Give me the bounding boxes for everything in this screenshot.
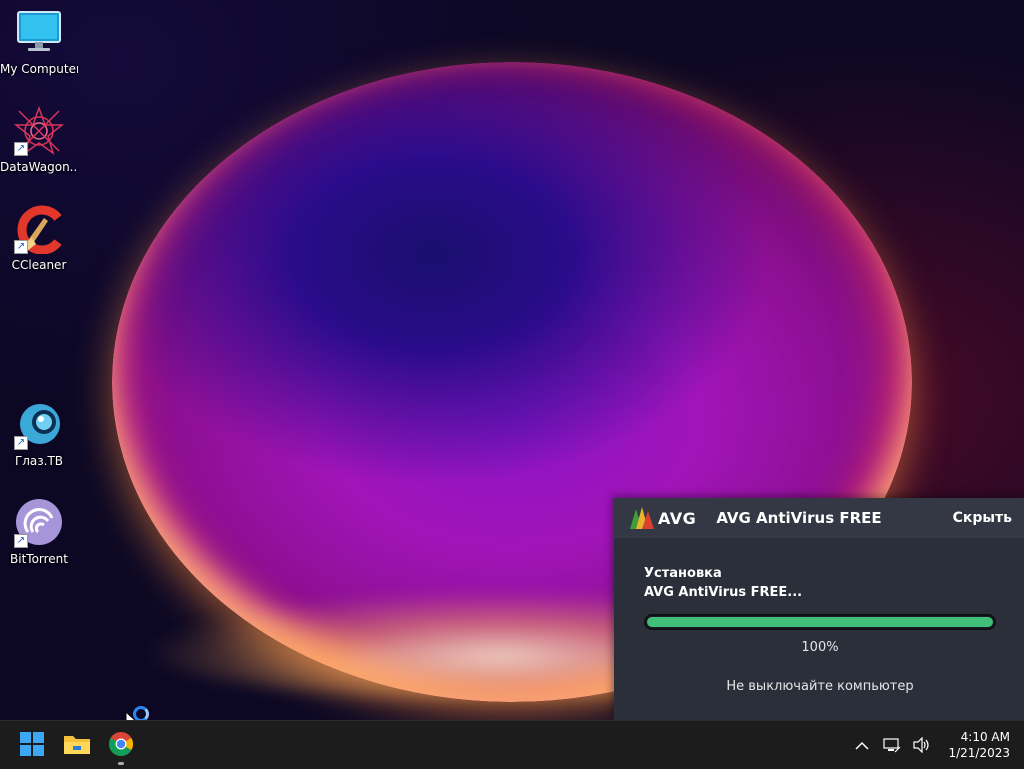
avg-logo-text: AVG <box>658 508 697 528</box>
desktop-icon-my-computer[interactable]: My Computer <box>0 8 78 76</box>
file-explorer-button[interactable] <box>63 731 91 759</box>
avg-logo: AVG <box>630 507 696 529</box>
chrome-button[interactable] <box>108 731 136 765</box>
desktop-icon-label: CCleaner <box>11 258 67 272</box>
avg-status: Установка AVG AntiVirus FREE... <box>644 564 996 602</box>
folder-icon <box>64 736 90 754</box>
avg-progress-fill <box>647 617 993 627</box>
taskbar-clock[interactable]: 4:10 AM 1/21/2023 <box>940 729 1024 761</box>
windows-icon <box>20 732 44 756</box>
glaz-tv-icon: ↗ <box>14 400 64 450</box>
taskbar: 4:10 AM 1/21/2023 <box>0 720 1024 769</box>
avg-progress-label: 100% <box>801 640 839 655</box>
speaker-icon[interactable] <box>910 733 934 757</box>
desktop-icon-glaz-tv[interactable]: ↗ Глаз.ТВ <box>0 400 78 468</box>
avg-status-line1: Установка <box>644 566 722 581</box>
avg-progress-bar <box>644 614 996 630</box>
avg-status-line2: AVG AntiVirus FREE... <box>644 585 803 600</box>
chevron-up-icon[interactable] <box>850 733 874 757</box>
avg-body: Установка AVG AntiVirus FREE... 100% Не … <box>614 538 1024 694</box>
desktop-icon-label: BitTorrent <box>10 552 68 566</box>
shortcut-arrow-icon: ↗ <box>14 142 28 156</box>
clock-time: 4:10 AM <box>960 730 1010 744</box>
avg-header: AVG AVG AntiVirus FREE Скрыть <box>614 498 1024 538</box>
desktop-icon-ccleaner[interactable]: ↗ CCleaner <box>0 204 78 272</box>
avg-warning-text: Не выключайте компьютер <box>726 679 914 694</box>
avg-logo-icon <box>630 507 654 529</box>
system-tray: 4:10 AM 1/21/2023 <box>850 721 1024 769</box>
chrome-icon <box>109 732 134 757</box>
avg-title: AVG AntiVirus FREE <box>716 509 882 527</box>
clock-date: 1/21/2023 <box>948 746 1010 760</box>
shortcut-arrow-icon: ↗ <box>14 240 28 254</box>
desktop-icon-bittorrent[interactable]: ↗ BitTorrent <box>0 498 78 566</box>
desktop-icon-datawagon[interactable]: ↗ DataWagon... <box>0 105 78 174</box>
avg-hide-button[interactable]: Скрыть <box>953 510 1012 526</box>
monitor-icon <box>14 8 64 58</box>
datawagon-icon: ↗ <box>13 105 65 156</box>
network-icon[interactable] <box>880 733 904 757</box>
desktop-icon-label: My Computer <box>0 62 78 76</box>
start-button[interactable] <box>19 731 47 759</box>
running-indicator <box>118 762 124 765</box>
bittorrent-icon: ↗ <box>14 498 64 548</box>
desktop-icon-label: DataWagon... <box>0 160 78 174</box>
shortcut-arrow-icon: ↗ <box>14 534 28 548</box>
avg-installer-panel: AVG AVG AntiVirus FREE Скрыть Установка … <box>614 498 1024 720</box>
desktop-icon-label: Глаз.ТВ <box>14 454 64 468</box>
shortcut-arrow-icon: ↗ <box>14 436 28 450</box>
ccleaner-icon: ↗ <box>14 204 64 255</box>
